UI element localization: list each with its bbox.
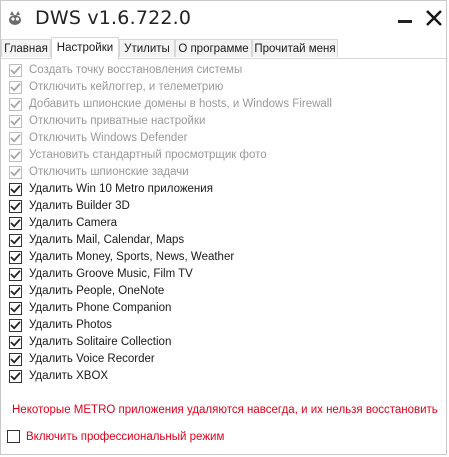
check-icon — [10, 270, 21, 279]
check-icon — [10, 134, 21, 143]
check-icon — [10, 66, 21, 75]
pro-mode-checkbox[interactable] — [7, 430, 20, 443]
option-checkbox[interactable] — [9, 353, 22, 366]
tab-settings[interactable]: Настройки — [51, 37, 119, 59]
option-checkbox[interactable] — [9, 302, 22, 315]
check-icon — [10, 236, 21, 245]
minimize-button[interactable] — [398, 10, 414, 26]
option-row: Установить стандартный просмотрщик фото — [9, 147, 439, 164]
option-checkbox — [9, 115, 22, 128]
option-row[interactable]: Удалить Phone Companion — [9, 300, 439, 317]
check-icon — [10, 304, 21, 313]
app-icon — [9, 11, 21, 25]
option-row[interactable]: Удалить People, OneNote — [9, 283, 439, 300]
pro-mode-label: Включить профессиональный режим — [26, 431, 225, 443]
option-label: Отключить приватные настройки — [29, 115, 206, 127]
option-checkbox[interactable] — [9, 234, 22, 247]
close-icon — [426, 10, 442, 26]
pro-mode-checkbox-row[interactable]: Включить профессиональный режим — [7, 429, 267, 445]
title-bar: DWS v1.6.722.0 — [1, 1, 448, 35]
option-row: Отключить Windows Defender — [9, 130, 439, 147]
check-icon — [10, 202, 21, 211]
option-row[interactable]: Удалить Builder 3D — [9, 198, 439, 215]
option-row: Отключить приватные настройки — [9, 113, 439, 130]
option-checkbox[interactable] — [9, 200, 22, 213]
check-icon — [10, 168, 21, 177]
option-label: Создать точку восстановления системы — [29, 64, 243, 76]
option-row[interactable]: Удалить Photos — [9, 317, 439, 334]
tab-label: О программе — [178, 43, 249, 55]
tab-utilities[interactable]: Утилиты — [119, 39, 175, 57]
option-row[interactable]: Удалить XBOX — [9, 368, 439, 385]
option-label: Удалить Money, Sports, News, Weather — [29, 251, 235, 263]
tab-label: Главная — [4, 43, 48, 55]
tab-label: Прочитай меня — [254, 43, 336, 55]
option-row[interactable]: Удалить Win 10 Metro приложения — [9, 181, 439, 198]
check-icon — [10, 151, 21, 160]
option-label: Удалить Phone Companion — [29, 302, 172, 314]
check-icon — [10, 253, 21, 262]
check-icon — [10, 372, 21, 381]
tab-strip: Главная Настройки Утилиты О программе Пр… — [1, 37, 448, 59]
tab-label: Утилиты — [124, 43, 170, 55]
window-title: DWS v1.6.722.0 — [35, 7, 192, 29]
check-icon — [10, 321, 21, 330]
metro-warning-text: Некоторые METRO приложения удаляются нав… — [12, 404, 438, 416]
tab-about[interactable]: О программе — [175, 39, 252, 57]
option-checkbox — [9, 64, 22, 77]
option-checkbox[interactable] — [9, 319, 22, 332]
option-label: Удалить Camera — [29, 217, 118, 229]
option-label: Удалить Voice Recorder — [29, 353, 155, 365]
option-row[interactable]: Удалить Voice Recorder — [9, 351, 439, 368]
check-icon — [10, 287, 21, 296]
option-label: Удалить Builder 3D — [29, 200, 130, 212]
option-checkbox — [9, 132, 22, 145]
option-checkbox[interactable] — [9, 217, 22, 230]
check-icon — [10, 219, 21, 228]
option-row: Создать точку восстановления системы — [9, 62, 439, 79]
option-label: Удалить Solitaire Collection — [29, 336, 172, 348]
option-checkbox[interactable] — [9, 183, 22, 196]
option-row[interactable]: Удалить Camera — [9, 215, 439, 232]
option-checkbox[interactable] — [9, 336, 22, 349]
option-row[interactable]: Удалить Solitaire Collection — [9, 334, 439, 351]
option-checkbox — [9, 166, 22, 179]
option-checkbox[interactable] — [9, 285, 22, 298]
option-checkbox[interactable] — [9, 268, 22, 281]
option-row[interactable]: Удалить Mail, Calendar, Maps — [9, 232, 439, 249]
option-row: Отключить шпионские задачи — [9, 164, 439, 181]
check-icon — [10, 83, 21, 92]
check-icon — [10, 100, 21, 109]
option-label: Отключить шпионские задачи — [29, 166, 189, 178]
check-icon — [10, 355, 21, 364]
check-icon — [10, 338, 21, 347]
close-button[interactable] — [425, 9, 443, 27]
option-label: Отключить Windows Defender — [29, 132, 188, 144]
option-label: Удалить Win 10 Metro приложения — [29, 183, 213, 195]
option-label: Отключить кейлоггер, и телеметрию — [29, 81, 224, 93]
check-icon — [10, 117, 21, 126]
option-row[interactable]: Удалить Money, Sports, News, Weather — [9, 249, 439, 266]
option-row: Отключить кейлоггер, и телеметрию — [9, 79, 439, 96]
option-checkbox[interactable] — [9, 251, 22, 264]
option-row: Добавить шпионские домены в hosts, и Win… — [9, 96, 439, 113]
tab-readme[interactable]: Прочитай меня — [252, 39, 338, 57]
option-label: Удалить XBOX — [29, 370, 109, 382]
option-label: Удалить Photos — [29, 319, 112, 331]
dws-window: DWS v1.6.722.0 Главная Настройки Утилиты… — [0, 0, 448, 455]
option-label: Удалить Groove Music, Film TV — [29, 268, 193, 280]
tab-main[interactable]: Главная — [1, 39, 51, 57]
tab-label: Настройки — [56, 42, 114, 54]
option-label: Добавить шпионские домены в hosts, и Win… — [29, 98, 332, 110]
option-checkbox — [9, 149, 22, 162]
option-checkbox — [9, 81, 22, 94]
settings-options-list: Создать точку восстановления системы Откл… — [9, 62, 439, 385]
option-label: Удалить Mail, Calendar, Maps — [29, 234, 185, 246]
option-checkbox — [9, 98, 22, 111]
option-checkbox[interactable] — [9, 370, 22, 383]
option-row[interactable]: Удалить Groove Music, Film TV — [9, 266, 439, 283]
option-label: Установить стандартный просмотрщик фото — [29, 149, 267, 161]
check-icon — [10, 185, 21, 194]
option-label: Удалить People, OneNote — [29, 285, 165, 297]
